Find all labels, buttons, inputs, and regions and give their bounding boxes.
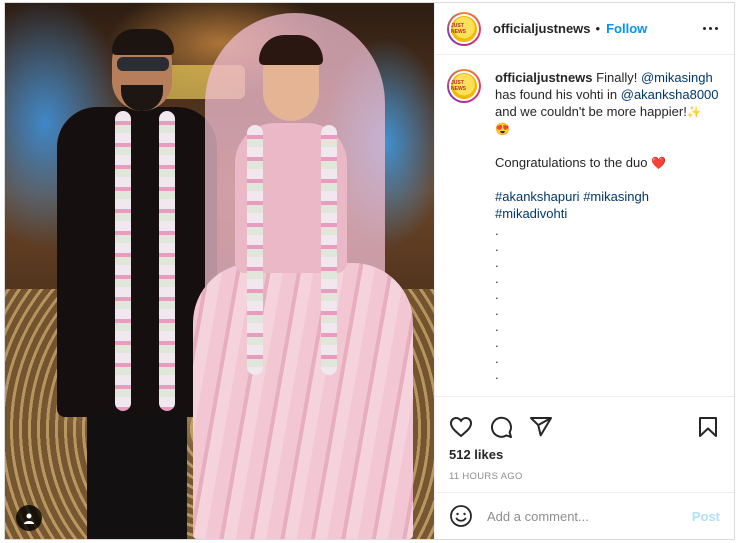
follow-button[interactable]: Follow [606, 21, 647, 36]
avatar[interactable]: JUST NEWS [447, 11, 481, 46]
red-heart-emoji: ❤️ [651, 156, 667, 170]
hashtag-mikadivohti[interactable]: #mikadivohti [495, 206, 567, 221]
sparkles-emoji: ✨ [686, 105, 702, 119]
hashtag-akankshapuri[interactable]: #akankshapuri [495, 189, 580, 204]
bookmark-icon[interactable] [696, 415, 720, 439]
caption-dot: . [495, 335, 499, 350]
mention-mikasingh[interactable]: @mikasingh [641, 70, 713, 85]
avatar-text: JUST NEWS [451, 22, 466, 35]
caption-dot: . [495, 367, 499, 382]
hashtag-mikasingh[interactable]: #mikasingh [583, 189, 649, 204]
caption-text: officialjustnews Finally! @mikasingh has… [495, 69, 720, 382]
share-icon[interactable] [529, 415, 553, 439]
heart-eyes-emoji: 😍 [495, 122, 510, 136]
instagram-post: JUST NEWS officialjustnews • Follow JUST… [4, 2, 735, 540]
caption-line1: Finally! [596, 70, 641, 85]
action-icons-row [435, 397, 734, 445]
post-side-panel: JUST NEWS officialjustnews • Follow JUST… [434, 3, 734, 539]
congrats-text: Congratulations to the duo [495, 155, 648, 170]
caption-line3: and we couldn't be more happier! [495, 104, 687, 119]
separator-dot: • [595, 21, 601, 36]
caption-dot: . [495, 351, 499, 366]
caption-dot: . [495, 271, 499, 286]
caption-dot: . [495, 319, 499, 334]
caption-avatar-text: JUST NEWS [451, 80, 466, 92]
caption-dot: . [495, 303, 499, 318]
post-timestamp[interactable]: 11 HOURS AGO [435, 462, 734, 482]
smiley-icon[interactable] [449, 504, 473, 528]
comment-box: Post [435, 492, 734, 539]
likes-count[interactable]: 512 likes [435, 445, 734, 462]
tagged-user-icon[interactable] [16, 505, 42, 531]
caption-section: JUST NEWS officialjustnews Finally! @mik… [435, 55, 734, 395]
caption-dot: . [495, 223, 499, 238]
post-comment-button[interactable]: Post [692, 509, 720, 524]
comment-input[interactable] [487, 508, 692, 524]
comment-icon[interactable] [489, 415, 513, 439]
mention-akanksha[interactable]: @akanksha8000 [621, 87, 719, 102]
caption-avatar[interactable]: JUST NEWS [447, 69, 481, 103]
username-link[interactable]: officialjustnews [493, 21, 591, 36]
caption-dot: . [495, 239, 499, 254]
caption-username[interactable]: officialjustnews [495, 70, 593, 85]
bride-figure [185, 13, 415, 539]
caption-line2: has found his vohti in [495, 87, 621, 102]
post-header: JUST NEWS officialjustnews • Follow [435, 3, 734, 55]
post-actions: 512 likes 11 HOURS AGO [435, 396, 734, 506]
more-options-icon[interactable] [699, 23, 722, 34]
caption-dot: . [495, 287, 499, 302]
caption-dot: . [495, 255, 499, 270]
heart-icon[interactable] [449, 415, 473, 439]
post-photo[interactable] [5, 3, 434, 539]
